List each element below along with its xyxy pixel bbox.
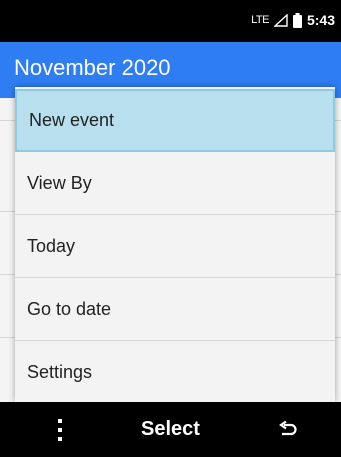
signal-icon (273, 13, 288, 27)
back-icon[interactable] (278, 420, 298, 439)
network-type-label: LTE (251, 14, 269, 26)
options-menu: New event View By Today Go to date Setti… (15, 87, 335, 402)
menu-item-today[interactable]: Today (15, 215, 335, 278)
clock: 5:43 (306, 12, 335, 28)
menu-item-view-by[interactable]: View By (15, 152, 335, 215)
menu-item-label: Today (27, 235, 76, 256)
menu-item-new-event[interactable]: New event (15, 89, 335, 152)
page-title: November 2020 (14, 55, 171, 80)
menu-item-label: View By (27, 172, 92, 193)
menu-item-label: New event (29, 110, 115, 130)
softkey-bar: Select (0, 402, 341, 457)
menu-item-label: Settings (27, 361, 93, 382)
menu-item-go-to-date[interactable]: Go to date (15, 278, 335, 341)
status-indicators: LTE 5:43 (251, 10, 335, 30)
battery-icon (292, 12, 302, 28)
menu-item-label: Go to date (27, 298, 112, 319)
status-bar: LTE 5:43 (0, 0, 341, 42)
menu-item-settings[interactable]: Settings (15, 341, 335, 402)
